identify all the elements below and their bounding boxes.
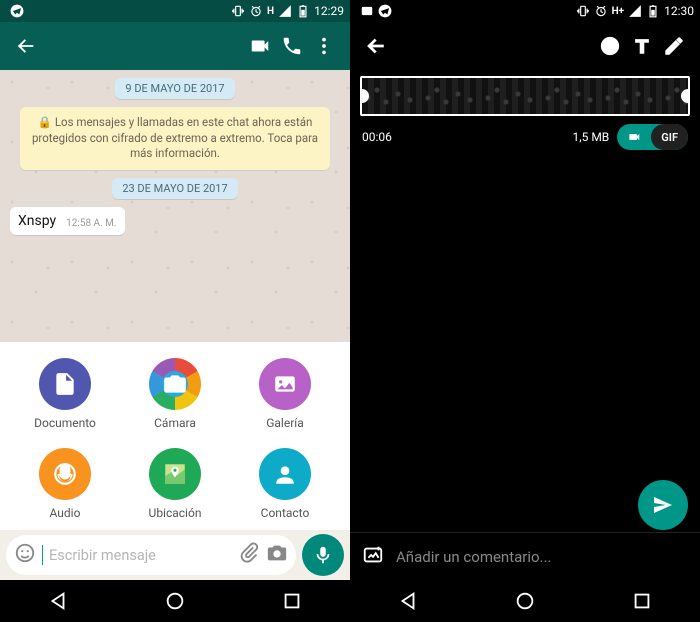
attach-location[interactable]: Ubicación [120,448,230,520]
caption-input-row[interactable]: Añadir un comentario... [350,532,700,580]
attach-audio[interactable]: Audio [10,448,120,520]
audio-icon [39,448,91,500]
message-time: 12:58 A. M. [66,218,116,229]
send-button[interactable] [638,480,688,530]
location-icon [149,448,201,500]
status-bar: H+ 12:30 [350,0,700,22]
nav-back-icon[interactable] [47,590,69,612]
mic-button[interactable] [302,534,344,576]
contact-icon [259,448,311,500]
back-button[interactable] [10,30,42,62]
attach-contact[interactable]: Contacto [230,448,340,520]
trim-handle-right[interactable] [681,89,690,103]
trim-info-row: 00:06 1,5 MB GIF [350,116,700,150]
gallery-icon [259,358,311,410]
back-button[interactable] [360,30,392,62]
battery-icon [646,4,660,18]
video-size: 1,5 MB [573,130,610,144]
chat-area: 9 DE MAYO DE 2017 🔒 Los mensajes y llama… [0,70,350,342]
video-duration: 00:06 [362,130,565,144]
camera-icon [149,358,201,410]
telegram-icon [378,4,392,18]
alarm-icon [249,4,263,18]
network-type: H [267,6,274,17]
nav-home-icon[interactable] [164,590,186,612]
image-icon [360,4,374,18]
attach-camera[interactable]: Cámara [120,358,230,430]
message-text: Xnspy [18,213,56,229]
emoji-icon[interactable] [14,542,36,568]
message-input[interactable]: Escribir mensaje [6,535,296,575]
emoji-button[interactable] [594,30,626,62]
chat-header [0,22,350,70]
video-trim-track[interactable] [360,76,690,116]
android-nav-bar [0,580,350,622]
attach-document[interactable]: Documento [10,358,120,430]
status-time: 12:29 [314,4,344,18]
attach-gallery[interactable]: Galería [230,358,340,430]
editor-body: 00:06 1,5 MB GIF [350,70,700,532]
video-mode-icon[interactable] [617,124,651,150]
nav-back-icon[interactable] [397,590,419,612]
status-time: 12:30 [664,4,694,18]
network-type: H+ [612,6,625,17]
phone-left-whatsapp-chat: H 12:29 9 DE MAYO DE 2017 🔒 Los mensajes… [0,0,350,622]
alarm-icon [594,4,608,18]
status-bar: H 12:29 [0,0,350,22]
android-nav-bar [350,580,700,622]
editor-header [350,22,700,70]
input-placeholder: Escribir mensaje [49,547,232,564]
message-input-row: Escribir mensaje [0,530,350,580]
telegram-icon [10,4,24,18]
voice-call-button[interactable] [276,30,308,62]
signal-icon [278,4,292,18]
incoming-message[interactable]: Xnspy 12:58 A. M. [10,207,125,235]
encryption-notice[interactable]: 🔒 Los mensajes y llamadas en este chat a… [20,107,330,170]
phone-right-media-editor: H+ 12:30 00:06 1,5 MB GIF Añadir un co [350,0,700,622]
battery-icon [296,4,310,18]
gif-mode-label[interactable]: GIF [651,124,688,150]
nav-home-icon[interactable] [514,590,536,612]
draw-button[interactable] [658,30,690,62]
video-call-button[interactable] [244,30,276,62]
attach-icon[interactable] [238,542,260,568]
attachment-sheet: Documento Cámara Galería Audio Ubicación… [0,342,350,530]
nav-recent-icon[interactable] [281,590,303,612]
vibrate-icon [231,4,245,18]
vibrate-icon [576,4,590,18]
camera-icon[interactable] [266,542,288,568]
date-divider: 23 DE MAYO DE 2017 [112,178,237,199]
nav-recent-icon[interactable] [631,590,653,612]
video-gif-toggle[interactable]: GIF [617,124,688,150]
add-media-icon[interactable] [362,544,384,570]
text-button[interactable] [626,30,658,62]
caption-placeholder: Añadir un comentario... [396,548,551,566]
date-divider: 9 DE MAYO DE 2017 [115,78,234,99]
document-icon [39,358,91,410]
signal-icon [628,4,642,18]
menu-button[interactable] [308,30,340,62]
